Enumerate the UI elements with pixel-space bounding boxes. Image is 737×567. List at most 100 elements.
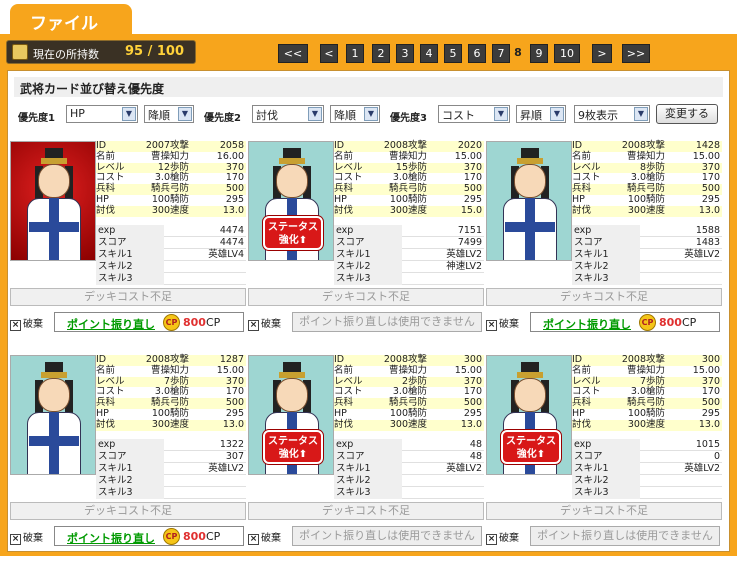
deck-cost-button[interactable]: デッキコスト不足 [486,288,722,306]
extra-row: スキル3 [96,487,246,499]
stat-row: 名前 曹操 知力 15.00 [96,364,244,376]
page-3-button[interactable]: 3 [396,44,414,63]
extra-row: スキル1 英雄LV2 [572,249,722,261]
stat-row: 討伐 300 速度 13.0 [334,418,484,431]
extra-row: スキル2 [96,261,246,273]
extra-row: スコア 0 [572,451,722,463]
realloc-disabled: ポイント振り直しは使用できません [292,526,482,546]
page-2-button[interactable]: 2 [372,44,390,63]
card-portrait[interactable] [486,141,572,261]
general-card: ステータス 強化⬆ ID 2008 攻撃 2020 名前 曹操 知力 15.00 レベル 15 歩防 37… [248,140,484,353]
cp-icon: CP [163,528,180,545]
card-portrait[interactable] [10,141,96,261]
close-icon: × [248,320,259,331]
extra-row: スキル2 [572,475,722,487]
discard-checkbox[interactable]: × 破棄 [248,315,281,331]
priority1-label: 優先度1 [18,113,55,124]
discard-checkbox[interactable]: × 破棄 [10,315,43,331]
realloc-button[interactable]: ポイント振り直し CP 800CP [530,312,720,332]
chevron-down-icon: ▼ [122,107,136,121]
stat-row: 名前 曹操 知力 15.00 [572,150,720,162]
extra-row: スキル2 [96,475,246,487]
card-portrait[interactable]: ステータス 強化⬆ [248,141,334,261]
card-portrait[interactable]: ステータス 強化⬆ [486,355,572,475]
priority1-select[interactable]: HP ▼ [66,105,138,123]
extra-row: スキル3 [334,273,484,285]
discard-checkbox[interactable]: × 破棄 [248,529,281,545]
discard-checkbox[interactable]: × 破棄 [486,315,519,331]
extra-row: スキル1 英雄LV2 [96,463,246,475]
realloc-link[interactable]: ポイント振り直し [543,316,631,332]
chevron-down-icon: ▼ [550,107,564,121]
card-stats: ID 2008 攻撃 1428 名前 曹操 知力 15.00 レベル 8 歩防 370 コスト 3.0 槍防… [572,140,722,217]
card-portrait[interactable]: ステータス 強化⬆ [248,355,334,475]
page-7-button[interactable]: 7 [492,44,510,63]
stat-row: 討伐 300 速度 15.0 [334,204,484,217]
chevron-down-icon: ▼ [178,107,192,121]
extra-row: スキル3 [572,273,722,285]
priority2-order-select[interactable]: 降順 ▼ [330,105,380,123]
priority1-order-select[interactable]: 降順 ▼ [144,105,194,123]
close-icon: × [486,534,497,545]
cp-icon: CP [163,314,180,331]
extra-row: スキル2 神速LV2 [334,261,484,273]
deck-cost-button[interactable]: デッキコスト不足 [10,288,246,306]
status-boost-button[interactable]: ステータス 強化⬆ [501,430,561,464]
page-5-button[interactable]: 5 [444,44,462,63]
extra-row: exp 7151 [334,225,484,237]
priority3-order-select[interactable]: 昇順 ▼ [516,105,566,123]
chevron-down-icon: ▼ [364,107,378,121]
priority3-select[interactable]: コスト ▼ [438,105,510,123]
realloc-disabled: ポイント振り直しは使用できません [530,526,720,546]
change-sort-button[interactable]: 変更する [656,104,718,124]
priority2-select[interactable]: 討伐 ▼ [252,105,324,123]
stat-row: 名前 曹操 知力 15.00 [334,150,482,162]
realloc-cost: 800CP [659,316,697,329]
discard-checkbox[interactable]: × 破棄 [10,529,43,545]
stat-row: 名前 曹操 知力 15.00 [572,364,720,376]
page-prev-button[interactable]: < [320,44,338,63]
status-boost-button[interactable]: ステータス 強化⬆ [263,216,323,250]
realloc-link[interactable]: ポイント振り直し [67,530,155,546]
deck-cost-button[interactable]: デッキコスト不足 [248,288,484,306]
realloc-cost: 800CP [183,530,221,543]
stat-row: 名前 曹操 知力 15.00 [334,364,482,376]
page-last-button[interactable]: >> [622,44,650,63]
extra-row: スキル2 [334,475,484,487]
tab-file[interactable]: ファイル [10,4,132,36]
card-portrait[interactable] [10,355,96,475]
stat-row: 討伐 300 速度 13.0 [572,418,722,431]
close-icon: × [10,320,21,331]
extra-row: スコア 4474 [96,237,246,249]
extra-row: exp 1322 [96,439,246,451]
page-1-button[interactable]: 1 [346,44,364,63]
page-6-button[interactable]: 6 [468,44,486,63]
page-10-button[interactable]: 10 [554,44,580,63]
extra-row: スコア 307 [96,451,246,463]
close-icon: × [486,320,497,331]
status-boost-button[interactable]: ステータス 強化⬆ [263,430,323,464]
discard-checkbox[interactable]: × 破棄 [486,529,519,545]
realloc-button[interactable]: ポイント振り直し CP 800CP [54,526,244,546]
page-9-button[interactable]: 9 [530,44,548,63]
display-count-select[interactable]: 9枚表示 ▼ [574,105,650,123]
deck-cost-button[interactable]: デッキコスト不足 [486,502,722,520]
pagination: << < 1 2 3 4 5 6 7 8 9 10 > >> [0,44,737,64]
page-4-button[interactable]: 4 [420,44,438,63]
realloc-link[interactable]: ポイント振り直し [67,316,155,332]
priority3-label: 優先度3 [390,113,427,124]
extra-row: スキル1 英雄LV2 [334,463,484,475]
extra-row: スキル1 英雄LV2 [572,463,722,475]
deck-cost-button[interactable]: デッキコスト不足 [10,502,246,520]
realloc-button[interactable]: ポイント振り直し CP 800CP [54,312,244,332]
card-stats: ID 2008 攻撃 1287 名前 曹操 知力 15.00 レベル 7 歩防 370 コスト 3.0 槍防… [96,354,246,431]
sort-title: 武将カード並び替え優先度 [14,77,723,97]
extra-row: exp 1588 [572,225,722,237]
stat-row: 討伐 300 速度 13.0 [96,418,246,431]
extra-row: スコア 7499 [334,237,484,249]
page-next-button[interactable]: > [592,44,612,63]
page-first-button[interactable]: << [278,44,308,63]
sort-row: 優先度1 HP ▼ 降順 ▼ 優先度2 討伐 ▼ 降順 ▼ 優先度3 コスト ▼ 昇順 ▼ … [14,103,724,125]
stat-row: 討伐 300 速度 13.0 [572,204,722,217]
deck-cost-button[interactable]: デッキコスト不足 [248,502,484,520]
